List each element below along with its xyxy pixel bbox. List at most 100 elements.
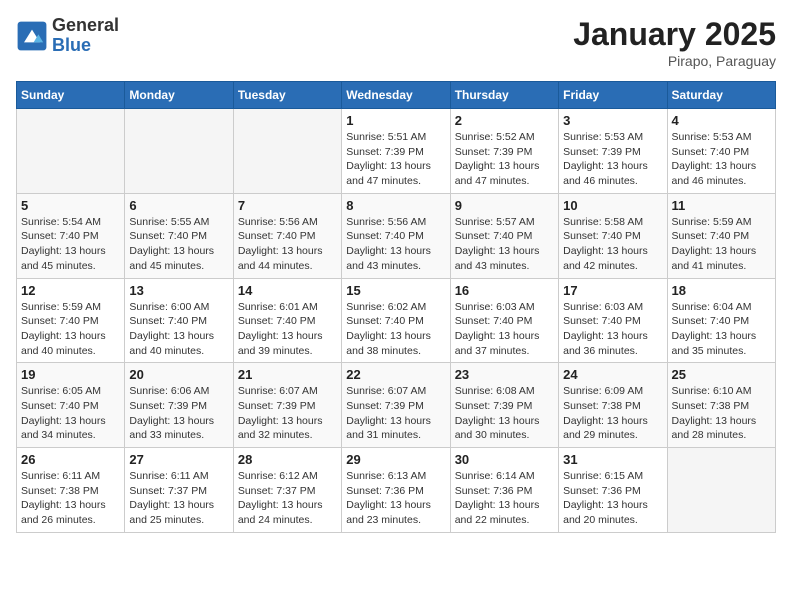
day-info: Sunrise: 5:56 AM Sunset: 7:40 PM Dayligh… — [238, 215, 337, 274]
calendar-cell: 12 Sunrise: 5:59 AM Sunset: 7:40 PM Dayli… — [17, 278, 125, 363]
calendar-cell: 7 Sunrise: 5:56 AM Sunset: 7:40 PM Daylig… — [233, 193, 341, 278]
day-info: Sunrise: 6:07 AM Sunset: 7:39 PM Dayligh… — [238, 384, 337, 443]
day-number: 15 — [346, 283, 445, 298]
calendar-cell: 5 Sunrise: 5:54 AM Sunset: 7:40 PM Daylig… — [17, 193, 125, 278]
day-number: 19 — [21, 367, 120, 382]
day-number: 3 — [563, 113, 662, 128]
day-info: Sunrise: 6:06 AM Sunset: 7:39 PM Dayligh… — [129, 384, 228, 443]
calendar-cell — [125, 109, 233, 194]
calendar-week-3: 12 Sunrise: 5:59 AM Sunset: 7:40 PM Dayli… — [17, 278, 776, 363]
calendar-cell: 1 Sunrise: 5:51 AM Sunset: 7:39 PM Daylig… — [342, 109, 450, 194]
calendar-week-5: 26Sunrise: 6:11 AM Sunset: 7:38 PM Dayli… — [17, 448, 776, 533]
day-number: 17 — [563, 283, 662, 298]
day-info: Sunrise: 5:59 AM Sunset: 7:40 PM Dayligh… — [21, 300, 120, 359]
day-info: Sunrise: 5:53 AM Sunset: 7:40 PM Dayligh… — [672, 130, 771, 189]
calendar-cell: 6 Sunrise: 5:55 AM Sunset: 7:40 PM Daylig… — [125, 193, 233, 278]
calendar-cell: 24Sunrise: 6:09 AM Sunset: 7:38 PM Dayli… — [559, 363, 667, 448]
logo: General Blue — [16, 16, 119, 56]
day-number: 29 — [346, 452, 445, 467]
day-info: Sunrise: 5:58 AM Sunset: 7:40 PM Dayligh… — [563, 215, 662, 274]
day-number: 28 — [238, 452, 337, 467]
day-number: 1 — [346, 113, 445, 128]
day-number: 21 — [238, 367, 337, 382]
calendar-cell: 10 Sunrise: 5:58 AM Sunset: 7:40 PM Dayli… — [559, 193, 667, 278]
calendar-week-4: 19 Sunrise: 6:05 AM Sunset: 7:40 PM Dayli… — [17, 363, 776, 448]
day-info: Sunrise: 5:57 AM Sunset: 7:40 PM Dayligh… — [455, 215, 554, 274]
day-number: 25 — [672, 367, 771, 382]
calendar-cell: 16 Sunrise: 6:03 AM Sunset: 7:40 PM Dayli… — [450, 278, 558, 363]
day-number: 30 — [455, 452, 554, 467]
logo-text: General Blue — [52, 16, 119, 56]
day-info: Sunrise: 6:11 AM Sunset: 7:37 PM Dayligh… — [129, 469, 228, 528]
month-title: January 2025 — [573, 16, 776, 53]
calendar-cell: 21 Sunrise: 6:07 AM Sunset: 7:39 PM Dayli… — [233, 363, 341, 448]
location: Pirapo, Paraguay — [573, 53, 776, 69]
logo-general: General — [52, 16, 119, 36]
calendar-cell: 25 Sunrise: 6:10 AM Sunset: 7:38 PM Dayli… — [667, 363, 775, 448]
day-info: Sunrise: 5:53 AM Sunset: 7:39 PM Dayligh… — [563, 130, 662, 189]
calendar-cell: 22 Sunrise: 6:07 AM Sunset: 7:39 PM Dayli… — [342, 363, 450, 448]
calendar-cell: 17 Sunrise: 6:03 AM Sunset: 7:40 PM Dayli… — [559, 278, 667, 363]
day-number: 8 — [346, 198, 445, 213]
day-info: Sunrise: 6:04 AM Sunset: 7:40 PM Dayligh… — [672, 300, 771, 359]
day-info: Sunrise: 5:52 AM Sunset: 7:39 PM Dayligh… — [455, 130, 554, 189]
day-number: 5 — [21, 198, 120, 213]
calendar-cell: 27 Sunrise: 6:11 AM Sunset: 7:37 PM Dayli… — [125, 448, 233, 533]
day-number: 27 — [129, 452, 228, 467]
calendar-cell: 8 Sunrise: 5:56 AM Sunset: 7:40 PM Daylig… — [342, 193, 450, 278]
day-number: 4 — [672, 113, 771, 128]
title-block: January 2025 Pirapo, Paraguay — [573, 16, 776, 69]
calendar-cell: 11Sunrise: 5:59 AM Sunset: 7:40 PM Dayli… — [667, 193, 775, 278]
calendar-cell: 18Sunrise: 6:04 AM Sunset: 7:40 PM Dayli… — [667, 278, 775, 363]
day-info: Sunrise: 5:51 AM Sunset: 7:39 PM Dayligh… — [346, 130, 445, 189]
day-number: 11 — [672, 198, 771, 213]
day-number: 7 — [238, 198, 337, 213]
day-info: Sunrise: 6:01 AM Sunset: 7:40 PM Dayligh… — [238, 300, 337, 359]
day-number: 23 — [455, 367, 554, 382]
weekday-header-thursday: Thursday — [450, 82, 558, 109]
weekday-header-tuesday: Tuesday — [233, 82, 341, 109]
day-number: 22 — [346, 367, 445, 382]
calendar-cell: 31 Sunrise: 6:15 AM Sunset: 7:36 PM Dayli… — [559, 448, 667, 533]
day-number: 6 — [129, 198, 228, 213]
day-number: 16 — [455, 283, 554, 298]
weekday-header-wednesday: Wednesday — [342, 82, 450, 109]
day-number: 2 — [455, 113, 554, 128]
day-number: 13 — [129, 283, 228, 298]
day-info: Sunrise: 6:15 AM Sunset: 7:36 PM Dayligh… — [563, 469, 662, 528]
calendar-week-2: 5 Sunrise: 5:54 AM Sunset: 7:40 PM Daylig… — [17, 193, 776, 278]
day-number: 9 — [455, 198, 554, 213]
day-info: Sunrise: 6:12 AM Sunset: 7:37 PM Dayligh… — [238, 469, 337, 528]
weekday-header-row: SundayMondayTuesdayWednesdayThursdayFrid… — [17, 82, 776, 109]
calendar-cell: 14Sunrise: 6:01 AM Sunset: 7:40 PM Dayli… — [233, 278, 341, 363]
day-info: Sunrise: 6:07 AM Sunset: 7:39 PM Dayligh… — [346, 384, 445, 443]
day-info: Sunrise: 6:09 AM Sunset: 7:38 PM Dayligh… — [563, 384, 662, 443]
calendar-cell — [233, 109, 341, 194]
calendar-cell: 20Sunrise: 6:06 AM Sunset: 7:39 PM Dayli… — [125, 363, 233, 448]
calendar-cell: 30 Sunrise: 6:14 AM Sunset: 7:36 PM Dayli… — [450, 448, 558, 533]
day-info: Sunrise: 5:54 AM Sunset: 7:40 PM Dayligh… — [21, 215, 120, 274]
day-info: Sunrise: 6:05 AM Sunset: 7:40 PM Dayligh… — [21, 384, 120, 443]
calendar-cell — [667, 448, 775, 533]
logo-icon — [16, 20, 48, 52]
calendar-cell: 29 Sunrise: 6:13 AM Sunset: 7:36 PM Dayli… — [342, 448, 450, 533]
day-info: Sunrise: 5:56 AM Sunset: 7:40 PM Dayligh… — [346, 215, 445, 274]
day-info: Sunrise: 6:03 AM Sunset: 7:40 PM Dayligh… — [455, 300, 554, 359]
weekday-header-sunday: Sunday — [17, 82, 125, 109]
weekday-header-friday: Friday — [559, 82, 667, 109]
calendar-cell: 4 Sunrise: 5:53 AM Sunset: 7:40 PM Daylig… — [667, 109, 775, 194]
day-info: Sunrise: 5:55 AM Sunset: 7:40 PM Dayligh… — [129, 215, 228, 274]
day-number: 10 — [563, 198, 662, 213]
day-info: Sunrise: 6:03 AM Sunset: 7:40 PM Dayligh… — [563, 300, 662, 359]
day-number: 12 — [21, 283, 120, 298]
day-info: Sunrise: 6:13 AM Sunset: 7:36 PM Dayligh… — [346, 469, 445, 528]
calendar-cell: 23 Sunrise: 6:08 AM Sunset: 7:39 PM Dayli… — [450, 363, 558, 448]
day-info: Sunrise: 6:10 AM Sunset: 7:38 PM Dayligh… — [672, 384, 771, 443]
day-number: 31 — [563, 452, 662, 467]
calendar-cell: 3 Sunrise: 5:53 AM Sunset: 7:39 PM Daylig… — [559, 109, 667, 194]
calendar-cell: 2 Sunrise: 5:52 AM Sunset: 7:39 PM Daylig… — [450, 109, 558, 194]
day-info: Sunrise: 6:14 AM Sunset: 7:36 PM Dayligh… — [455, 469, 554, 528]
day-info: Sunrise: 6:11 AM Sunset: 7:38 PM Dayligh… — [21, 469, 120, 528]
day-info: Sunrise: 6:08 AM Sunset: 7:39 PM Dayligh… — [455, 384, 554, 443]
page-header: General Blue January 2025 Pirapo, Paragu… — [16, 16, 776, 69]
